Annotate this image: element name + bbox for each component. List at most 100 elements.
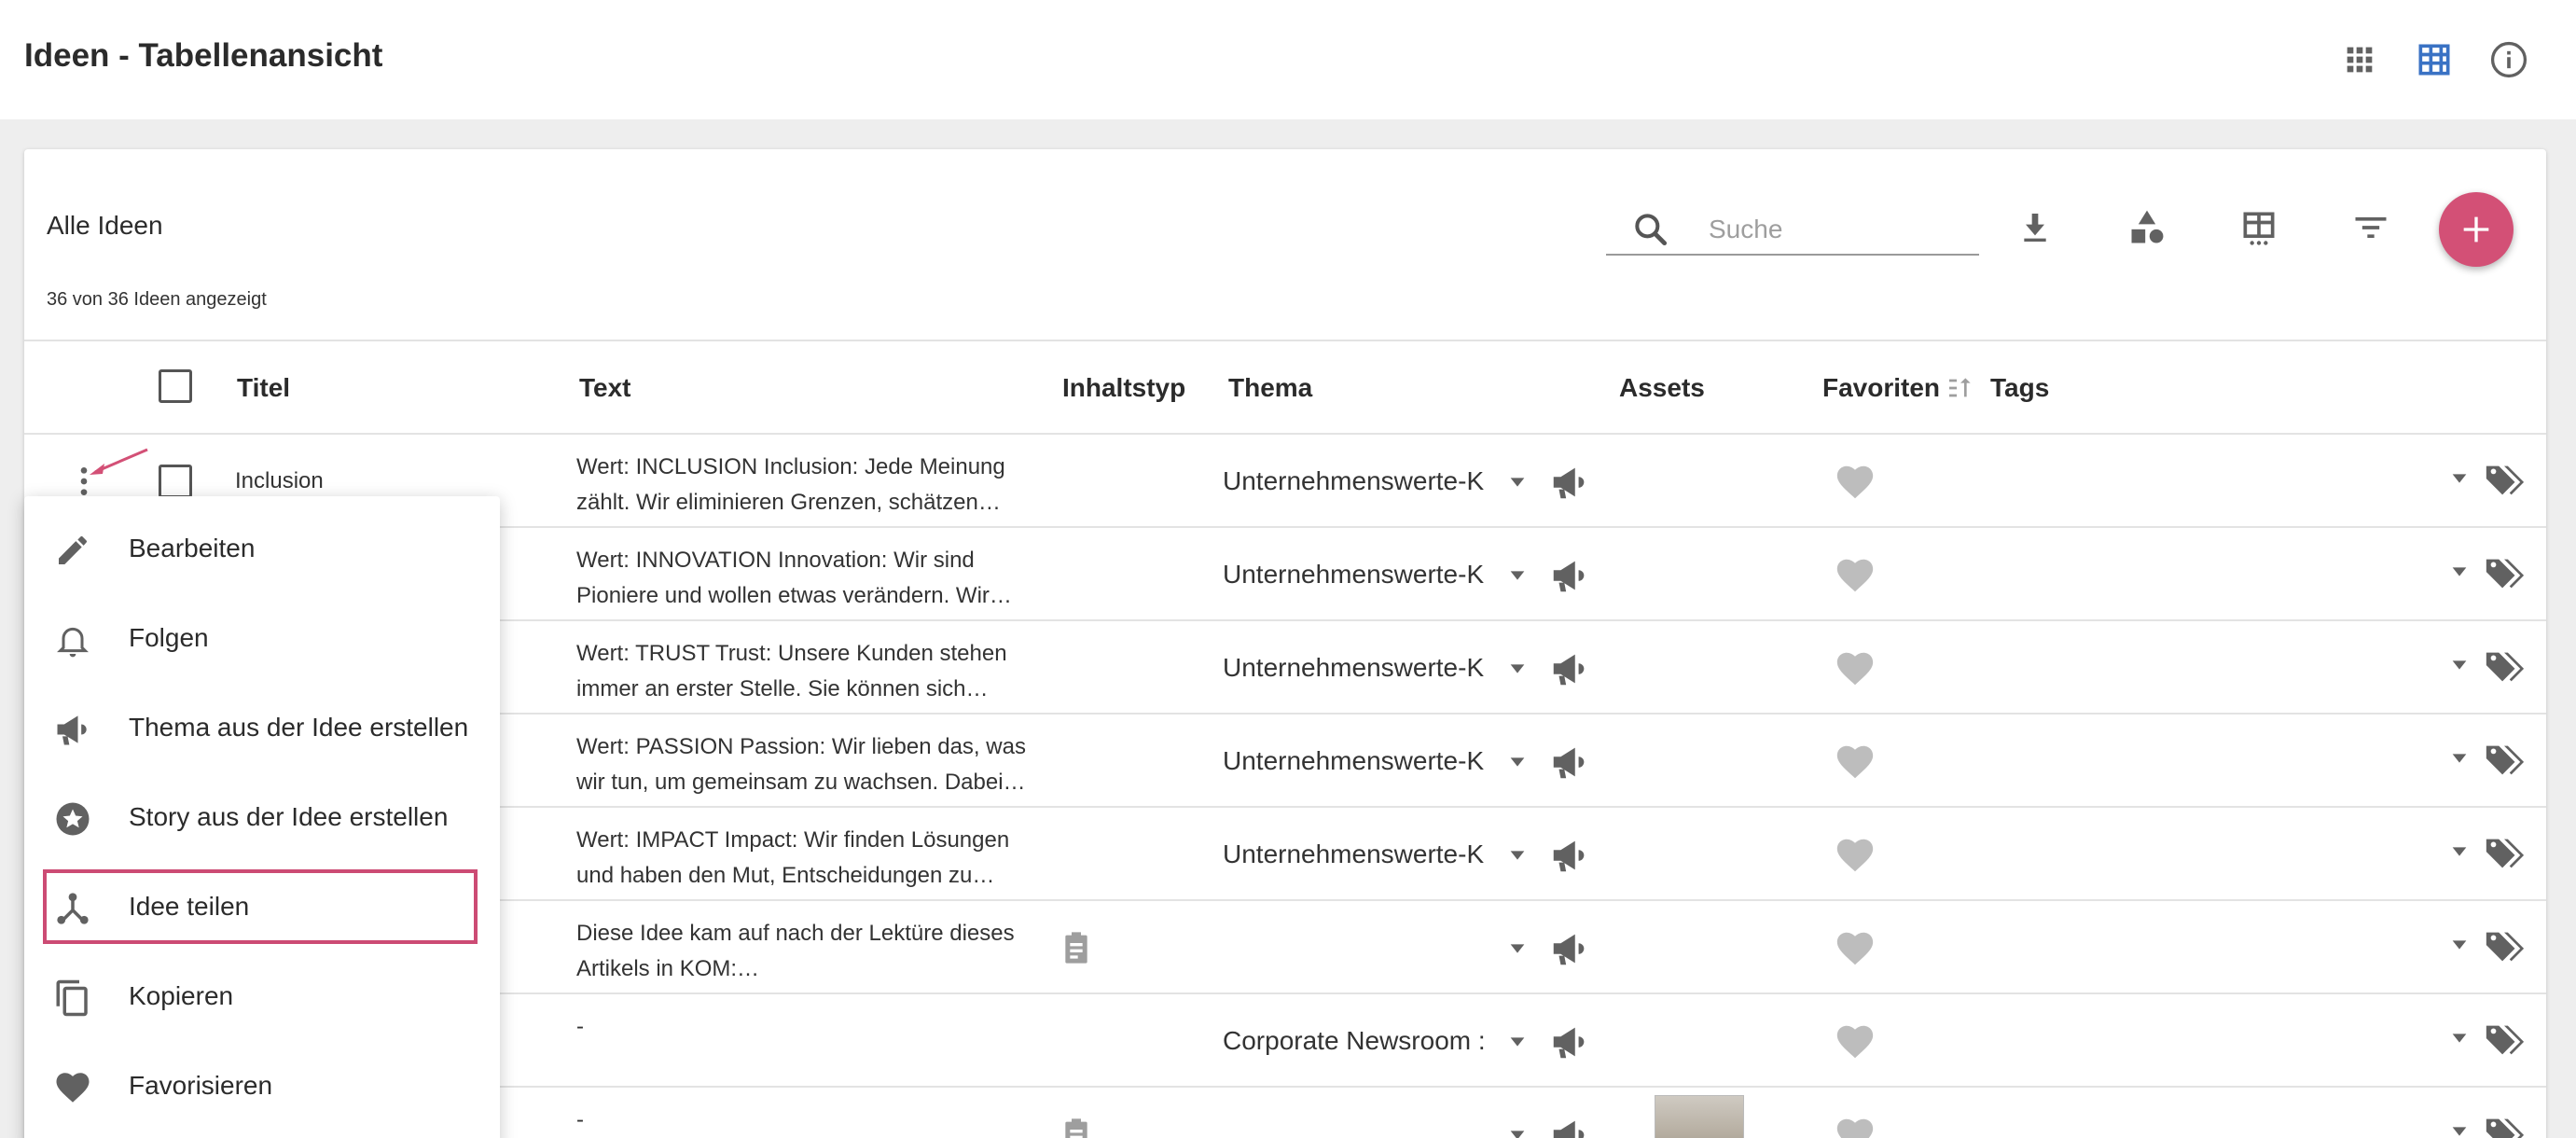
column-header-favorites[interactable]: Favoriten	[1822, 373, 1940, 403]
megaphone-icon[interactable]	[1548, 554, 1591, 597]
topic-dropdown-icon[interactable]	[1507, 659, 1528, 679]
tags-icon[interactable]	[2483, 1019, 2526, 1062]
info-button[interactable]	[2486, 37, 2531, 82]
pencil-icon	[52, 530, 93, 571]
select-all-checkbox[interactable]	[159, 369, 192, 403]
column-header-assets[interactable]: Assets	[1619, 373, 1705, 403]
topic-dropdown-icon[interactable]	[1507, 845, 1528, 866]
favorite-menu-item[interactable]: Favorisieren	[24, 1048, 500, 1123]
cell-text: Wert: IMPACT Impact: Wir finden Lösungen…	[576, 823, 1043, 894]
page-title: Ideen - Tabellenansicht	[24, 37, 383, 74]
search-field[interactable]	[1606, 201, 1979, 256]
cell-topic: Unternehmenswerte-K	[1223, 560, 1485, 589]
table-header: Titel Text Inhaltstyp Thema Assets Favor…	[24, 340, 2546, 435]
cell-text: Diese Idee kam auf nach der Lektüre dies…	[576, 916, 1043, 987]
topic-dropdown-icon[interactable]	[1507, 938, 1528, 959]
cell-text: -	[576, 1009, 1043, 1045]
cell-text-line: Wert: INNOVATION Innovation: Wir sind	[576, 548, 975, 573]
tags-icon[interactable]	[2483, 832, 2526, 875]
cell-text-line: Wert: TRUST Trust: Unsere Kunden stehen	[576, 641, 1007, 666]
add-idea-button[interactable]	[2439, 192, 2514, 267]
star-icon	[52, 798, 93, 840]
create-topic-menu-item[interactable]: Thema aus der Idee erstellen	[24, 690, 500, 765]
edit-menu-item[interactable]: Bearbeiten	[24, 511, 500, 586]
megaphone-icon[interactable]	[1548, 741, 1591, 784]
heart-icon[interactable]	[1834, 927, 1877, 970]
top-bar: Ideen - Tabellenansicht	[0, 0, 2576, 119]
tags-dropdown-icon[interactable]	[2449, 748, 2470, 769]
cell-text: -	[576, 1103, 1043, 1138]
cell-text-line: zählt. Wir eliminieren Grenzen, schätzen…	[576, 490, 1001, 515]
tags-icon[interactable]	[2483, 739, 2526, 782]
share-idea-menu-item[interactable]: Idee teilen	[43, 869, 478, 944]
megaphone-icon[interactable]	[1548, 461, 1591, 504]
megaphone-icon	[52, 709, 93, 750]
tags-icon[interactable]	[2483, 459, 2526, 502]
column-header-title[interactable]: Titel	[237, 373, 290, 403]
cell-title[interactable]: Inclusion	[235, 468, 324, 494]
megaphone-icon[interactable]	[1548, 647, 1591, 690]
cell-topic: Unternehmenswerte-K	[1223, 746, 1485, 775]
megaphone-icon[interactable]	[1548, 927, 1591, 970]
copy-menu-item[interactable]: Kopieren	[24, 959, 500, 1034]
topic-dropdown-icon[interactable]	[1507, 565, 1528, 586]
row-checkbox[interactable]	[159, 465, 192, 498]
megaphone-icon[interactable]	[1548, 1020, 1591, 1063]
cell-topic: Unternehmenswerte-K	[1223, 466, 1485, 495]
column-header-tags[interactable]: Tags	[1990, 373, 2049, 403]
table-view-icon	[2418, 44, 2450, 76]
heart-icon[interactable]	[1834, 834, 1877, 877]
megaphone-icon[interactable]	[1548, 834, 1591, 877]
create-story-menu-item[interactable]: Story aus der Idee erstellen	[24, 780, 500, 854]
download-icon	[2024, 214, 2046, 242]
tags-dropdown-icon[interactable]	[2449, 841, 2470, 862]
tags-icon[interactable]	[2483, 1112, 2526, 1138]
tags-dropdown-icon[interactable]	[2449, 1028, 2470, 1048]
topic-dropdown-icon[interactable]	[1507, 472, 1528, 493]
cell-text-line: -	[576, 1014, 584, 1039]
column-header-topic[interactable]: Thema	[1228, 373, 1312, 403]
heart-icon[interactable]	[1834, 554, 1877, 597]
filter-button[interactable]	[2345, 201, 2397, 254]
clipboard-icon	[1065, 1118, 1087, 1138]
card-title: Alle Ideen	[47, 211, 163, 240]
content-types-button[interactable]	[2121, 201, 2173, 254]
cell-topic: Corporate Newsroom :	[1223, 1026, 1486, 1055]
heart-icon[interactable]	[1834, 461, 1877, 504]
topic-dropdown-icon[interactable]	[1507, 1125, 1528, 1138]
heart-icon[interactable]	[1834, 1020, 1877, 1063]
download-button[interactable]	[2009, 201, 2061, 254]
menu-item-label: Favorisieren	[129, 1071, 273, 1100]
column-header-text[interactable]: Text	[579, 373, 631, 403]
topic-dropdown-icon[interactable]	[1507, 1032, 1528, 1052]
tags-dropdown-icon[interactable]	[2449, 655, 2470, 675]
tags-dropdown-icon[interactable]	[2449, 935, 2470, 955]
megaphone-icon[interactable]	[1548, 1114, 1591, 1138]
heart-icon[interactable]	[1834, 741, 1877, 784]
cell-text-line: immer an erster Stelle. Sie können sich…	[576, 676, 989, 701]
heart-icon[interactable]	[1834, 1114, 1877, 1138]
tags-dropdown-icon[interactable]	[2449, 562, 2470, 582]
ideas-count: 36 von 36 Ideen angezeigt	[47, 289, 267, 310]
tags-dropdown-icon[interactable]	[2449, 468, 2470, 489]
search-input[interactable]	[1709, 211, 1970, 248]
column-settings-icon	[2243, 212, 2275, 245]
heart-icon[interactable]	[1834, 647, 1877, 690]
follow-menu-item[interactable]: Folgen	[24, 601, 500, 675]
column-settings-button[interactable]	[2233, 201, 2285, 254]
tags-dropdown-icon[interactable]	[2449, 1121, 2470, 1138]
tags-icon[interactable]	[2483, 645, 2526, 688]
asset-thumbnail[interactable]	[1655, 1095, 1744, 1138]
column-header-content-type[interactable]: Inhaltstyp	[1062, 373, 1185, 403]
cell-text: Wert: TRUST Trust: Unsere Kunden stehen i…	[576, 636, 1043, 707]
cell-text: Wert: INNOVATION Innovation: Wir sind Pio…	[576, 543, 1043, 614]
grid-view-button[interactable]	[2337, 37, 2382, 82]
cell-text: Wert: INCLUSION Inclusion: Jede Meinung z…	[576, 450, 1043, 520]
sort-icon[interactable]	[1946, 373, 1975, 403]
table-view-button[interactable]	[2412, 37, 2457, 82]
tags-icon[interactable]	[2483, 552, 2526, 595]
bell-icon	[52, 619, 93, 660]
topic-dropdown-icon[interactable]	[1507, 752, 1528, 772]
cell-topic: Unternehmenswerte-K	[1223, 653, 1485, 682]
tags-icon[interactable]	[2483, 925, 2526, 968]
